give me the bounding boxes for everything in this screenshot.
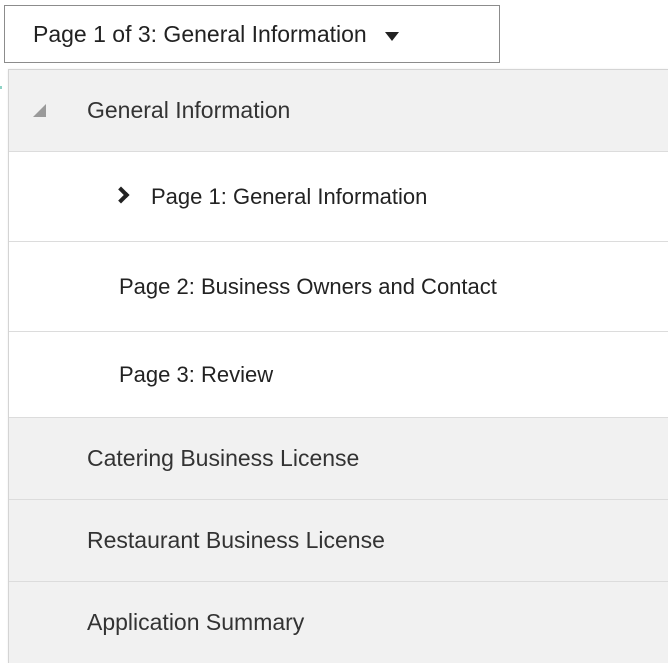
page-selector-dropdown[interactable]: Page 1 of 3: General Information [4,5,500,63]
section-label: Catering Business License [87,445,360,471]
accent-marker [0,86,2,89]
section-catering-business-license[interactable]: Catering Business License [9,418,668,500]
page-item-3[interactable]: Page 3: Review [9,332,668,418]
expand-triangle-icon[interactable] [33,103,46,117]
page-item-label: Page 2: Business Owners and Contact [119,273,497,299]
section-label: Application Summary [87,609,305,635]
section-general-information[interactable]: General Information [9,70,668,152]
page-item-label: Page 3: Review [119,361,274,387]
chevron-right-icon [112,186,130,203]
page-item-2[interactable]: Page 2: Business Owners and Contact [9,242,668,332]
page-selector-label: Page 1 of 3: General Information [33,20,367,47]
page-navigation-menu: General Information Page 1: General Info… [8,69,668,663]
section-restaurant-business-license[interactable]: Restaurant Business License [9,500,668,582]
caret-down-icon [384,31,399,41]
page-item-1[interactable]: Page 1: General Information [9,152,668,242]
section-label: General Information [87,97,291,123]
page-navigator: Page 1 of 3: General Information General… [0,0,668,663]
section-label: Restaurant Business License [87,527,385,553]
section-application-summary[interactable]: Application Summary [9,582,668,663]
page-item-label: Page 1: General Information [151,183,428,209]
